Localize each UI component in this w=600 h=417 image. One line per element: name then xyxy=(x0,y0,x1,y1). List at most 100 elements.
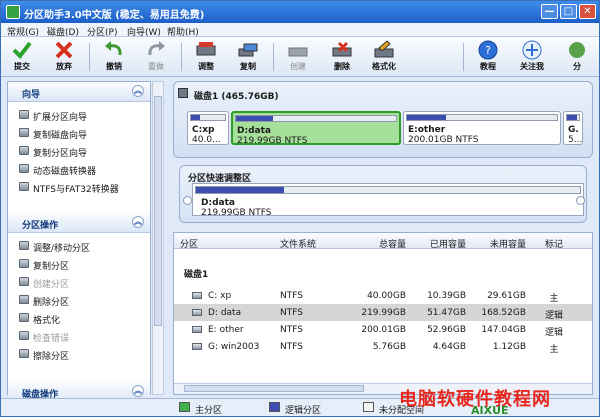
create-button[interactable]: 创建 xyxy=(277,39,319,75)
discard-button[interactable]: 放弃 xyxy=(43,39,85,75)
legend-primary-swatch xyxy=(179,402,190,412)
format-icon xyxy=(374,40,394,58)
create-icon xyxy=(288,47,308,57)
collapse-icon[interactable]: ︽ xyxy=(132,85,144,97)
table-row[interactable]: D: data NTFS 219.99GB 51.47GB 168.52GB 逻… xyxy=(174,304,592,321)
legend-logical: 逻辑分区 xyxy=(285,406,322,416)
sidebar-item-resize-move[interactable]: 调整/移动分区 xyxy=(19,238,145,254)
wizard-icon xyxy=(19,164,29,173)
help-icon: ? xyxy=(478,40,498,60)
column-header[interactable]: 总容量 xyxy=(354,237,406,250)
window-title: 分区助手3.0中文版 (稳定、易用且免费) xyxy=(24,10,205,21)
more-icon xyxy=(569,42,585,58)
undo-icon xyxy=(105,41,122,56)
wizard-icon xyxy=(19,182,29,191)
format-icon xyxy=(19,313,29,322)
usage-bar xyxy=(235,115,397,122)
legend-logical-swatch xyxy=(269,402,280,412)
usage-bar xyxy=(566,114,580,121)
check-icon xyxy=(19,331,29,340)
disk-icon xyxy=(178,88,188,98)
table-row[interactable]: E: other NTFS 200.01GB 52.96GB 147.04GB … xyxy=(174,321,592,338)
x-icon xyxy=(55,41,73,59)
column-header[interactable]: 已用容量 xyxy=(410,237,466,250)
column-header[interactable]: 分区 xyxy=(180,237,198,250)
partition-block-c[interactable]: C:xp 40.0... xyxy=(187,111,229,145)
commit-button[interactable]: 提交 xyxy=(1,39,43,75)
watermark-logo: AIXUE xyxy=(471,404,509,417)
minimize-button[interactable]: — xyxy=(541,4,558,19)
sidebar-item-ntfs-fat32[interactable]: NTFS与FAT32转换器 xyxy=(19,179,145,195)
partition-block-e[interactable]: E:other 200.01GB NTFS xyxy=(403,111,561,145)
disk-map: 磁盘1 (465.76GB) C:xp 40.0... D:data 219.9… xyxy=(173,81,593,158)
collapse-icon[interactable]: ︽ xyxy=(132,216,144,228)
column-header[interactable]: 未用容量 xyxy=(470,237,526,250)
toolbar-separator xyxy=(463,43,464,71)
sidebar-item-copy-disk[interactable]: 复制磁盘向导 xyxy=(19,125,145,141)
table-header: 分区 文件系统 总容量 已用容量 未用容量 标记 xyxy=(174,233,592,250)
resize-icon xyxy=(19,241,29,250)
drive-icon xyxy=(192,326,202,333)
usage-bar xyxy=(195,186,581,194)
resize-button[interactable]: 调整 xyxy=(185,39,227,75)
sidebar-item-dynamic-disk[interactable]: 动态磁盘转换器 xyxy=(19,161,145,177)
sidebar-scrollbar[interactable] xyxy=(152,81,164,395)
tutorial-button[interactable]: ? 教程 xyxy=(467,39,509,75)
table-row[interactable]: G: win2003 NTFS 5.76GB 4.64GB 1.12GB 主 xyxy=(174,338,592,355)
close-button[interactable]: ✕ xyxy=(579,4,596,19)
format-button[interactable]: 格式化 xyxy=(363,39,405,75)
undo-button[interactable]: 撤销 xyxy=(93,39,135,75)
app-icon xyxy=(6,5,20,19)
redo-button[interactable]: 重做 xyxy=(135,39,177,75)
copy-button[interactable]: 复制 xyxy=(227,39,269,75)
sidebar-item-copy-partition[interactable]: 复制分区向导 xyxy=(19,143,145,159)
follow-button[interactable]: 关注我 xyxy=(511,39,553,75)
toolbar-separator xyxy=(181,43,182,71)
resize-handle-right[interactable] xyxy=(576,196,585,205)
delete-button[interactable]: 删除 xyxy=(321,39,363,75)
sidebar-item-extend-wizard[interactable]: 扩展分区向导 xyxy=(19,107,145,123)
sidebar-item-create-partition[interactable]: 创建分区 xyxy=(19,274,145,290)
wizard-icon xyxy=(19,128,29,137)
column-header[interactable]: 文件系统 xyxy=(280,237,316,250)
disk-title: 磁盘1 (465.76GB) xyxy=(194,92,279,102)
scrollbar-thumb[interactable] xyxy=(184,385,364,392)
sidebar-item-delete-partition[interactable]: 删除分区 xyxy=(19,292,145,308)
table-row[interactable]: C: xp NTFS 40.00GB 10.39GB 29.61GB 主 xyxy=(174,287,592,304)
main-panel: 磁盘1 (465.76GB) C:xp 40.0... D:data 219.9… xyxy=(173,81,593,395)
quick-resize-partition[interactable]: D:data 219.99GB NTFS xyxy=(192,183,584,218)
wizard-group-header[interactable]: 向导 ︽ xyxy=(8,82,150,102)
check-icon xyxy=(12,41,32,60)
copy-icon xyxy=(19,259,29,268)
partition-block-g[interactable]: G. 5... xyxy=(563,111,583,145)
sidebar: 向导 ︽ 扩展分区向导 复制磁盘向导 复制分区向导 动态磁盘转换器 NTFS与F… xyxy=(7,81,151,402)
maximize-button[interactable]: □ xyxy=(560,4,577,19)
scrollbar-thumb[interactable] xyxy=(154,96,162,326)
sidebar-item-wipe-partition[interactable]: 擦除分区 xyxy=(19,346,145,362)
legend-unallocated-swatch xyxy=(363,402,374,412)
sidebar-item-format[interactable]: 格式化 xyxy=(19,310,145,326)
wipe-icon xyxy=(19,349,29,358)
delete-icon xyxy=(19,295,29,304)
menu-bar: 常规(G) 磁盘(D) 分区(P) 向导(W) 帮助(H) xyxy=(1,23,599,38)
usage-bar xyxy=(406,114,558,121)
partition-block-d[interactable]: D:data 219.99GB NTFS xyxy=(231,111,401,146)
redo-icon xyxy=(148,41,165,56)
partition-ops-group-header[interactable]: 分区操作 ︽ xyxy=(8,213,150,233)
resize-handle-left[interactable] xyxy=(183,196,192,205)
sidebar-item-check-errors[interactable]: 检查错误 xyxy=(19,328,145,344)
column-header[interactable]: 标记 xyxy=(534,237,574,250)
collapse-icon[interactable]: ︽ xyxy=(132,385,144,397)
svg-text:?: ? xyxy=(485,44,491,57)
toolbar-separator xyxy=(273,43,274,71)
app-window: 分区助手3.0中文版 (稳定、易用且免费) — □ ✕ 常规(G) 磁盘(D) … xyxy=(0,0,600,417)
follow-icon xyxy=(522,40,542,60)
usage-bar xyxy=(190,114,226,121)
quick-resize-panel: 分区快速调整区 D:data 219.99GB NTFS xyxy=(179,165,587,223)
drive-icon xyxy=(192,292,202,299)
table-disk-label: 磁盘1 xyxy=(184,270,209,280)
sidebar-item-copy-partition-op[interactable]: 复制分区 xyxy=(19,256,145,272)
drive-icon xyxy=(192,309,202,316)
more-button[interactable]: 分 xyxy=(557,39,597,75)
partition-table: 分区 文件系统 总容量 已用容量 未用容量 标记 磁盘1 C: xp NTFS … xyxy=(173,232,593,395)
